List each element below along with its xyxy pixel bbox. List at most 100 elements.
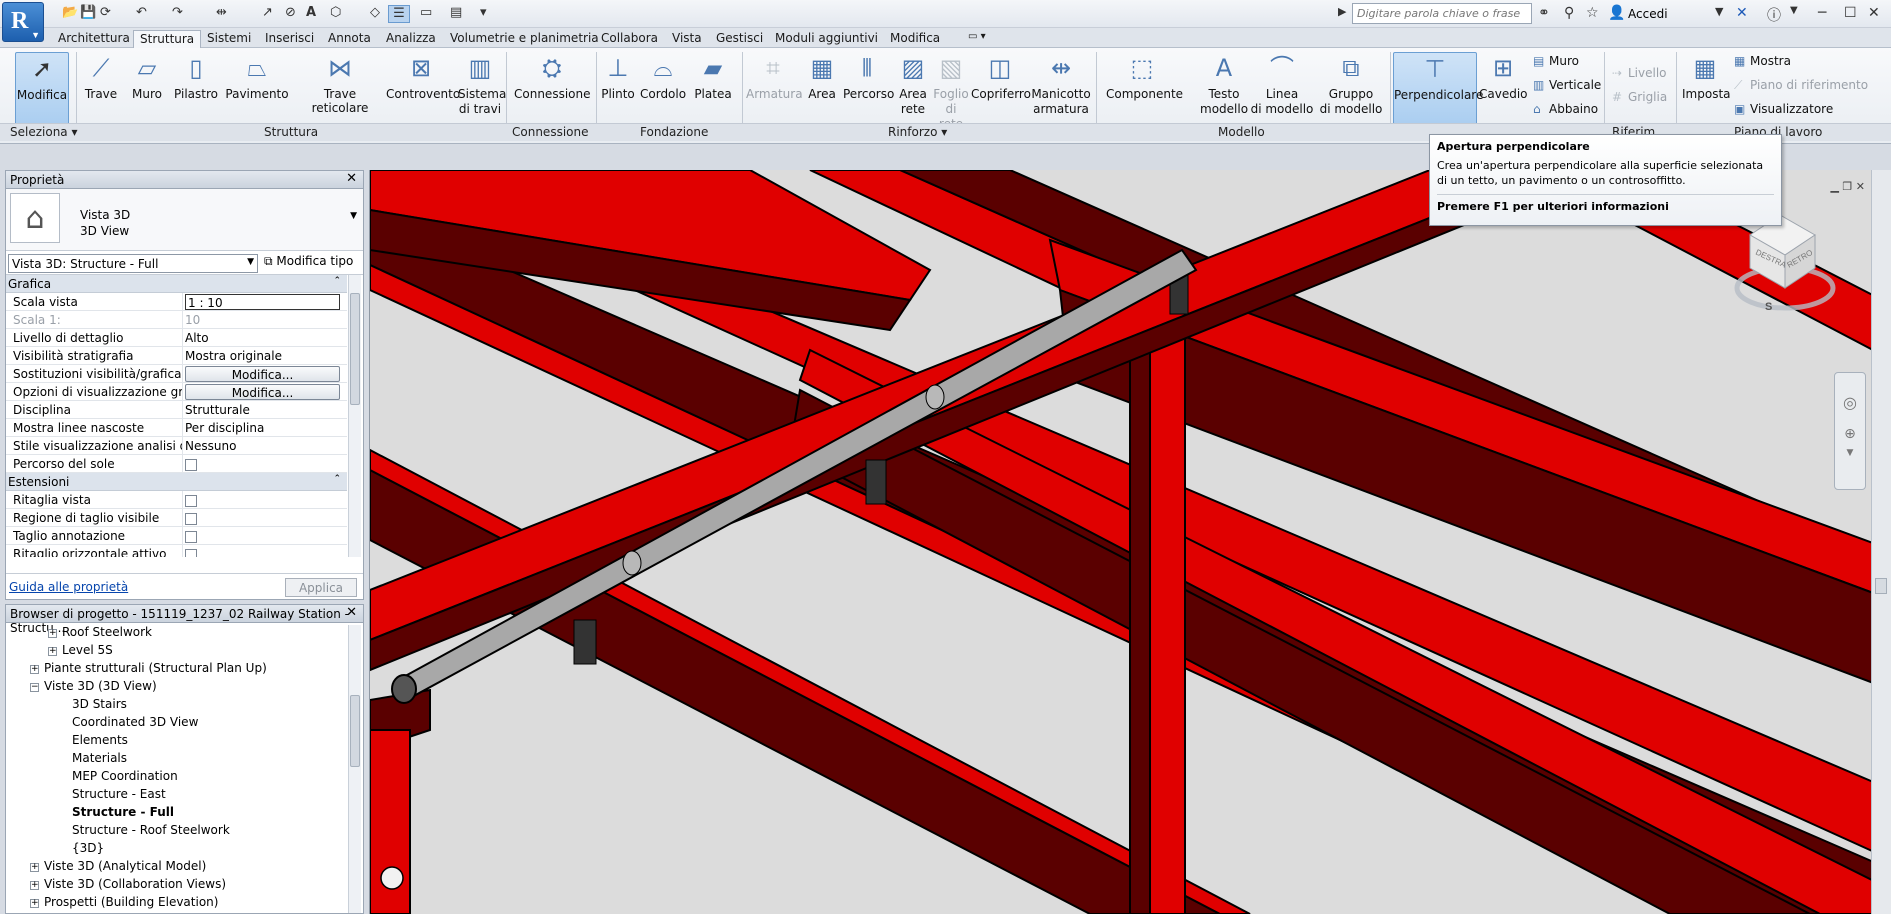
close-icon[interactable]: ✕ xyxy=(346,605,357,620)
3d-viewport[interactable]: DESTRA RETRO S ▁ ❐ ✕ xyxy=(369,170,1891,914)
wall-button[interactable]: ▱ Muro xyxy=(128,52,166,128)
tab-moduli-aggiuntivi[interactable]: Moduli aggiuntivi xyxy=(769,30,884,48)
truss-button[interactable]: ⋈ Trave reticolare xyxy=(298,52,382,128)
panel-reinforcement[interactable]: Rinforzo ▾ xyxy=(888,125,947,139)
switch-windows-icon[interactable]: ▤ xyxy=(450,5,462,23)
tab-collabora[interactable]: Collabora xyxy=(595,30,664,48)
area-fabric-button[interactable]: ▨ Area rete xyxy=(897,52,929,128)
tree-item[interactable]: Elements xyxy=(72,733,128,751)
fabric-sheet-button[interactable]: ▧Fogliodi rete xyxy=(933,52,969,131)
property-value[interactable]: Strutturale xyxy=(182,401,347,419)
tree-item[interactable]: MEP Coordination xyxy=(72,769,178,787)
modify-button[interactable]: ➚ Modifica xyxy=(15,52,69,128)
section-extents[interactable]: Estensioni ⌃ xyxy=(6,473,347,491)
path-rebar-button[interactable]: ⫴ Percorso xyxy=(843,52,894,128)
wall-foundation-button[interactable]: ⌓ Cordolo xyxy=(640,52,686,128)
binoculars-icon[interactable]: ⚭ xyxy=(1538,5,1550,21)
restore-icon[interactable]: ❐ xyxy=(1842,180,1852,193)
close-hidden-icon[interactable]: ▭ xyxy=(420,5,432,23)
viewer-button[interactable]: ▣ Visualizzatore xyxy=(1734,102,1833,116)
component-button[interactable]: ⬚ Componente xyxy=(1106,52,1183,128)
tab-volumetrie[interactable]: Volumetrie e planimetria xyxy=(444,30,605,48)
application-menu-button[interactable]: R ▼ xyxy=(2,2,44,42)
floor-button[interactable]: ⏢ Pavimento xyxy=(225,52,289,128)
expand-icon[interactable]: + xyxy=(30,665,39,674)
minimize-icon[interactable]: ▁ xyxy=(1830,180,1838,193)
area-rebar-button[interactable]: ▦ Area xyxy=(806,52,838,128)
isolated-foundation-button[interactable]: ⊥ Plinto xyxy=(599,52,637,128)
help-icon[interactable]: ⓘ xyxy=(1767,5,1781,25)
thin-lines-icon[interactable]: ☰ xyxy=(388,5,410,23)
tab-sistemi[interactable]: Sistemi xyxy=(201,30,257,48)
wall-opening-button[interactable]: ▤ Muro xyxy=(1533,54,1579,68)
help-menu-arrow-icon[interactable]: ▼ xyxy=(1790,5,1798,16)
tab-analizza[interactable]: Analizza xyxy=(380,30,442,48)
ribbon-minimize-icon[interactable]: ▭ ▾ xyxy=(962,30,992,48)
rebar-button[interactable]: ⌗ Armatura xyxy=(746,52,803,128)
scrollbar-thumb[interactable] xyxy=(350,695,360,767)
section-graphics[interactable]: Grafica ⌃ xyxy=(6,275,347,293)
beam-system-button[interactable]: ▥ Sistema di travi xyxy=(458,52,506,128)
panel-select[interactable]: Seleziona ▾ xyxy=(10,125,78,139)
ref-plane-button[interactable]: ⟋ Piano di riferimento xyxy=(1734,78,1868,93)
set-workplane-button[interactable]: ▦ Imposta xyxy=(1682,52,1731,128)
expand-icon[interactable]: + xyxy=(30,881,39,890)
shaft-button[interactable]: ⊞ Cavedio xyxy=(1479,52,1528,128)
expand-icon[interactable]: + xyxy=(30,899,39,908)
tree-item[interactable]: + Viste 3D (Collaboration Views) xyxy=(30,877,226,895)
text-icon[interactable]: A xyxy=(306,5,316,23)
slab-button[interactable]: ▰ Platea xyxy=(693,52,733,128)
cover-button[interactable]: ◫ Copriferro xyxy=(971,52,1031,128)
tree-item[interactable]: + Level 5S xyxy=(48,643,113,661)
expand-icon[interactable]: + xyxy=(48,647,57,656)
tree-item[interactable]: {3D} xyxy=(72,841,104,859)
brace-button[interactable]: ⊠ Controvento xyxy=(386,52,460,128)
tab-struttura[interactable]: Struttura xyxy=(133,30,202,48)
connection-button[interactable]: ⛭ Connessione xyxy=(514,52,590,128)
far-clip-active-checkbox[interactable] xyxy=(185,549,197,557)
property-value[interactable]: Alto xyxy=(182,329,347,347)
section-icon[interactable]: ◇ xyxy=(370,5,380,23)
property-value[interactable]: Nessuno xyxy=(182,437,347,455)
chevron-down-icon[interactable]: ▼ xyxy=(1715,5,1723,18)
scrollbar-thumb[interactable] xyxy=(350,293,360,405)
property-value[interactable]: Mostra originale xyxy=(182,347,347,365)
property-value-cell[interactable]: 1 : 10 xyxy=(182,293,347,311)
tree-item[interactable]: + Prospetti (Building Elevation) xyxy=(30,895,218,913)
open-icon[interactable]: 📂 xyxy=(62,5,78,23)
crop-region-visible-checkbox[interactable] xyxy=(185,513,197,525)
edit-type-button[interactable]: ⧉ Modifica tipo xyxy=(264,254,353,269)
annotation-crop-checkbox[interactable] xyxy=(185,531,197,543)
viewport-scrollbar[interactable] xyxy=(1871,170,1891,914)
sign-in-link[interactable]: Accedi xyxy=(1628,7,1668,21)
tree-item[interactable]: − Viste 3D (3D View) xyxy=(30,679,157,697)
search-input[interactable]: Digitare parola chiave o frase xyxy=(1352,3,1532,24)
vertical-opening-button[interactable]: ▥ Verticale xyxy=(1533,78,1601,92)
subscription-icon[interactable]: ⚲ xyxy=(1564,5,1574,21)
edit-graphic-display-button[interactable]: Modifica... xyxy=(185,384,340,400)
beam-button[interactable]: ⟋ Trave xyxy=(80,52,122,128)
tree-item[interactable]: Structure - East xyxy=(72,787,166,805)
expand-icon[interactable]: + xyxy=(48,629,57,638)
level-button[interactable]: ⇢ Livello xyxy=(1612,66,1667,80)
chevron-down-icon[interactable]: ▼ xyxy=(350,211,357,221)
edit-vg-overrides-button[interactable]: Modifica... xyxy=(185,366,340,382)
collapse-icon[interactable]: − xyxy=(30,683,39,692)
tab-modifica[interactable]: Modifica xyxy=(884,30,946,48)
properties-scrollbar[interactable] xyxy=(348,275,361,557)
tab-annota[interactable]: Annota xyxy=(322,30,377,48)
nav-menu-arrow-icon[interactable]: ▼ xyxy=(1835,448,1865,458)
apply-button[interactable]: Applica xyxy=(285,578,357,597)
model-group-button[interactable]: ⧉ Gruppo di modello xyxy=(1318,52,1384,128)
tree-item[interactable]: Structure - Roof Steelwork xyxy=(72,823,230,841)
view-scale-input[interactable]: 1 : 10 xyxy=(185,294,340,310)
dimension-icon[interactable]: ↗ xyxy=(262,5,273,23)
model-line-button[interactable]: ⌒ Linea di modello xyxy=(1234,52,1330,128)
close-icon[interactable]: ✕ xyxy=(346,171,357,186)
expand-icon[interactable]: + xyxy=(30,863,39,872)
user-icon[interactable]: 👤 xyxy=(1608,5,1625,21)
close-icon[interactable]: ✕ xyxy=(1856,180,1865,193)
exchange-apps-icon[interactable]: ✕ xyxy=(1736,5,1748,21)
show-workplane-button[interactable]: ▦ Mostra xyxy=(1734,54,1791,68)
customize-qat-icon[interactable]: ▾ xyxy=(480,5,487,23)
